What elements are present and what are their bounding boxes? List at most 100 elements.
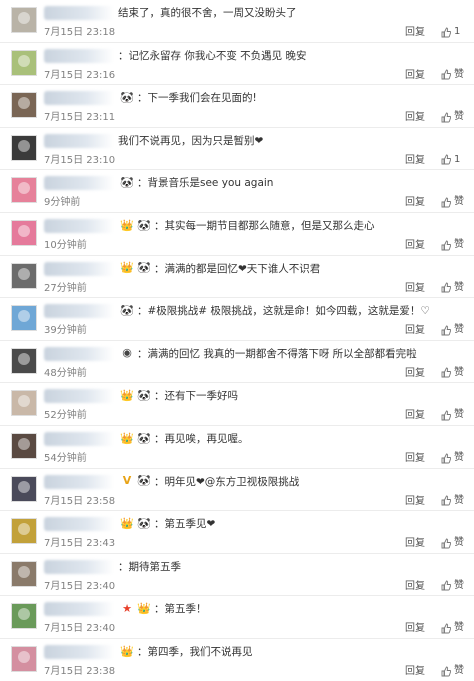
reply-button[interactable]: 回复	[405, 453, 425, 465]
avatar[interactable]	[11, 433, 37, 459]
like-button[interactable]: 1	[441, 153, 460, 167]
comment-item: 👑 🐼 ：其实每一期节目都那么随意，但是又那么走心 10分钟前 回复 赞	[0, 213, 474, 256]
reply-button[interactable]: 回复	[405, 283, 425, 295]
username-blurred[interactable]	[44, 432, 114, 446]
thumbs-up-icon	[441, 662, 451, 681]
comment-time: 7月15日 23:43	[44, 538, 116, 550]
like-count: 1	[454, 153, 461, 165]
star-badge-icon: ★	[122, 601, 132, 615]
comment-item: 结束了，真的很不舍，一周又没盼头了 7月15日 23:18 回复 1	[0, 0, 474, 43]
panda-badge-icon: 🐼	[137, 431, 151, 445]
like-button[interactable]: 赞	[441, 451, 464, 465]
avatar[interactable]	[11, 7, 37, 33]
like-count: 赞	[454, 452, 464, 463]
like-button[interactable]: 赞	[441, 323, 464, 337]
reply-button[interactable]: 回复	[405, 155, 425, 167]
thumbs-up-icon	[441, 576, 451, 595]
reply-button[interactable]: 回复	[405, 538, 425, 550]
avatar[interactable]	[11, 518, 37, 545]
avatar[interactable]	[11, 134, 37, 161]
username-blurred[interactable]	[44, 559, 114, 574]
comment-item: ★ 👑 ：第五季！ 7月15日 23:40 回复赞	[0, 596, 474, 639]
username-blurred[interactable]	[44, 6, 114, 20]
comment-time: 7月15日 23:11	[44, 112, 116, 124]
reply-button[interactable]: 回复	[405, 368, 425, 380]
username-blurred[interactable]	[44, 645, 114, 659]
comment-item: 🐼 ：下一季我们会在见面的! 7月15日 23:11 回复 赞	[0, 85, 474, 128]
avatar[interactable]	[11, 390, 37, 417]
crown-badge-icon: 👑	[120, 644, 134, 658]
avatar[interactable]	[11, 603, 37, 630]
comment-text: ：其实每一期节目都那么随意，但是又那么走心	[154, 220, 375, 232]
like-button[interactable]: 赞	[441, 664, 464, 678]
panda-badge-icon: 🐼	[137, 516, 151, 530]
username-blurred[interactable]	[44, 389, 114, 404]
like-button[interactable]: 赞	[441, 110, 464, 124]
thumbs-up-icon	[441, 449, 451, 468]
user-badges: ★ 👑	[120, 601, 151, 617]
comment-text: ：下一季我们会在见面的!	[137, 92, 257, 105]
crown-badge-icon: 👑	[120, 388, 134, 402]
like-button[interactable]: 赞	[441, 494, 464, 508]
comment-text: ：第四季，我们不说再见	[137, 646, 253, 658]
thumbs-up-icon	[441, 23, 451, 42]
panda-badge-icon: 🐼	[137, 218, 151, 232]
comment-time: 7月15日 23:38	[44, 666, 116, 677]
reply-button[interactable]: 回复	[405, 666, 425, 678]
crown-badge-icon: 👑	[120, 431, 134, 445]
reply-button[interactable]: 回复	[405, 240, 425, 252]
avatar[interactable]	[11, 305, 37, 332]
username-blurred[interactable]	[44, 219, 114, 233]
reply-button[interactable]: 回复	[405, 410, 425, 422]
username-blurred[interactable]	[44, 261, 114, 276]
reply-button[interactable]: 回复	[405, 496, 425, 508]
username-blurred[interactable]	[44, 91, 114, 106]
comment-time: 7月15日 23:10	[44, 154, 116, 166]
comment-item: 👑 🐼 ：第五季见❤ 7月15日 23:43 回复 赞	[0, 511, 474, 554]
username-blurred[interactable]	[44, 133, 114, 148]
thumbs-up-icon	[441, 491, 451, 510]
like-button[interactable]: 赞	[441, 621, 464, 635]
username-blurred[interactable]	[44, 517, 114, 532]
like-button[interactable]: 赞	[441, 408, 464, 422]
avatar[interactable]	[11, 347, 37, 374]
comment-time: 52分钟前	[44, 410, 87, 422]
like-count: 赞	[454, 537, 464, 549]
like-button[interactable]: 1	[441, 25, 460, 39]
avatar[interactable]	[11, 475, 37, 502]
panda-badge-icon: 🐼	[120, 303, 134, 317]
reply-button[interactable]: 回复	[405, 325, 425, 337]
comment-time: 7月15日 23:16	[44, 69, 116, 81]
like-button[interactable]: 赞	[441, 68, 464, 82]
avatar[interactable]	[11, 646, 37, 672]
like-button[interactable]: 赞	[441, 281, 464, 295]
avatar[interactable]	[11, 220, 37, 246]
like-button[interactable]: 赞	[441, 238, 464, 252]
reply-button[interactable]: 回复	[405, 112, 425, 124]
username-blurred[interactable]	[44, 304, 114, 319]
avatar[interactable]	[11, 262, 37, 289]
like-button[interactable]: 赞	[441, 579, 464, 593]
avatar[interactable]	[11, 49, 37, 76]
avatar[interactable]	[11, 177, 37, 204]
reply-button[interactable]: 回复	[405, 197, 425, 209]
avatar[interactable]	[11, 92, 37, 119]
reply-button[interactable]: 回复	[405, 70, 425, 82]
thumbs-up-icon	[441, 406, 451, 425]
like-button[interactable]: 赞	[441, 536, 464, 550]
comment-item: 👑 🐼 ：再见唉，再见喔。 54分钟前 回复 赞	[0, 426, 474, 469]
username-blurred[interactable]	[44, 176, 114, 191]
comment-item: ：记忆永留存 你我心不变 不负遇见 晚安 7月15日 23:16 回复 赞	[0, 43, 474, 86]
like-button[interactable]: 赞	[441, 195, 464, 209]
username-blurred[interactable]	[44, 48, 114, 63]
thumbs-up-icon	[441, 363, 451, 382]
dark-badge-icon: ◉	[122, 346, 132, 360]
username-blurred[interactable]	[44, 602, 114, 617]
username-blurred[interactable]	[44, 474, 114, 489]
reply-button[interactable]: 回复	[405, 581, 425, 593]
avatar[interactable]	[11, 560, 37, 587]
reply-button[interactable]: 回复	[405, 623, 425, 635]
username-blurred[interactable]	[44, 346, 114, 361]
reply-button[interactable]: 回复	[405, 27, 425, 39]
like-button[interactable]: 赞	[441, 366, 464, 380]
